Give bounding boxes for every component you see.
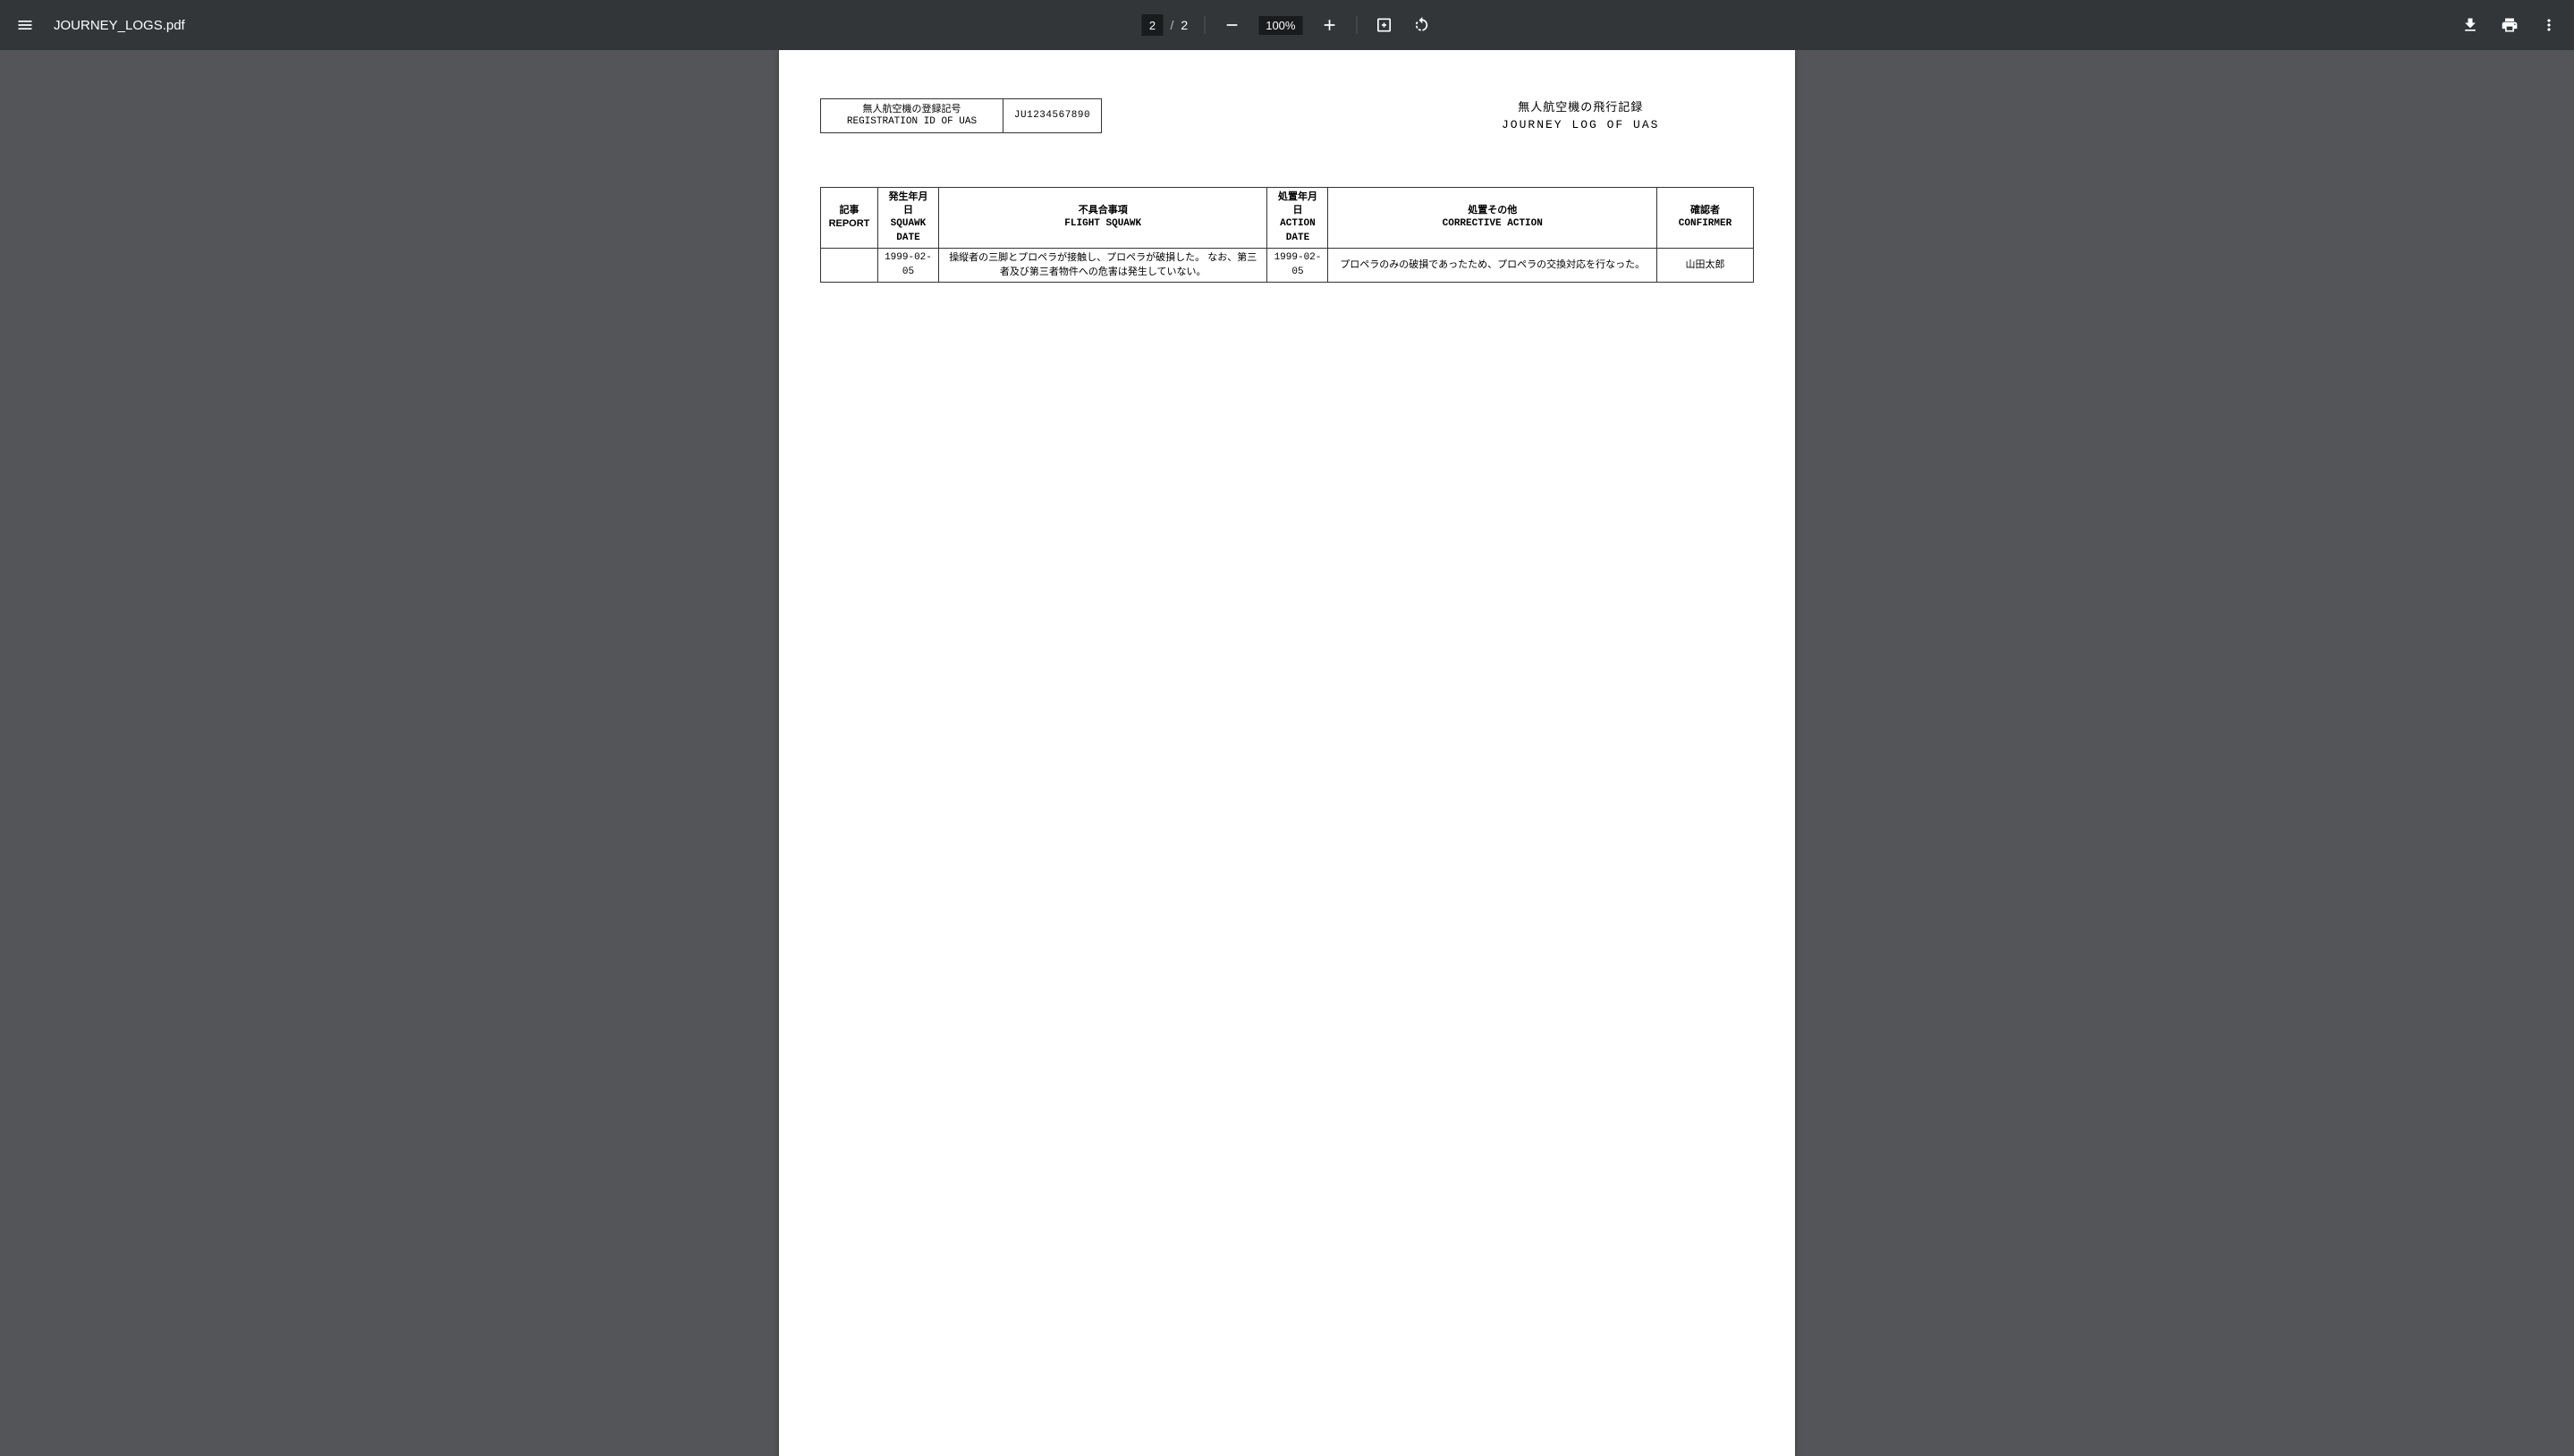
header-confirmer-en: CONFIRMER: [1663, 217, 1748, 231]
divider: [1356, 16, 1357, 34]
page-separator: /: [1171, 18, 1174, 32]
table-row: 1999-02-05 操縦者の三脚とプロペラが接触し、プロペラが破損した。 なお…: [821, 249, 1754, 283]
header-action-date: 処置年月日 ACTION DATE: [1267, 187, 1328, 249]
header-squawk-date-jp: 発生年月日: [884, 190, 933, 218]
toolbar-left: JOURNEY_LOGS.pdf: [14, 14, 185, 36]
registration-value: JU1234567890: [1003, 99, 1102, 133]
page-total: 2: [1181, 18, 1188, 32]
pdf-viewer[interactable]: 無人航空機の登録記号 REGISTRATION ID OF UAS JU1234…: [0, 50, 2574, 1456]
page-header: 無人航空機の登録記号 REGISTRATION ID OF UAS JU1234…: [820, 98, 1754, 133]
page-indicator: / 2: [1142, 14, 1189, 36]
header-confirmer-jp: 確認者: [1663, 204, 1748, 217]
header-flight-squawk-en: FLIGHT SQUAWK: [944, 217, 1262, 231]
header-flight-squawk: 不具合事項 FLIGHT SQUAWK: [938, 187, 1267, 249]
report-table: 記事 REPORT 発生年月日 SQUAWK DATE 不具合事項 FLIGHT…: [820, 187, 1754, 283]
toolbar-right: [2460, 14, 2560, 36]
cell-confirmer: 山田太郎: [1657, 249, 1754, 283]
cell-flight-squawk: 操縦者の三脚とプロペラが接触し、プロペラが破損した。 なお、第三者及び第三者物件…: [938, 249, 1267, 283]
pdf-page: 無人航空機の登録記号 REGISTRATION ID OF UAS JU1234…: [779, 50, 1795, 1456]
more-icon[interactable]: [2538, 14, 2560, 36]
toolbar-center: / 2 100%: [1142, 14, 1433, 36]
cell-action-date: 1999-02-05: [1267, 249, 1328, 283]
zoom-level[interactable]: 100%: [1258, 16, 1302, 35]
header-report: 記事 REPORT: [821, 187, 878, 249]
header-flight-squawk-jp: 不具合事項: [944, 204, 1262, 217]
title-en: JOURNEY LOG OF UAS: [1502, 116, 1659, 134]
zoom-in-icon[interactable]: [1318, 14, 1340, 36]
print-icon[interactable]: [2499, 14, 2520, 36]
zoom-out-icon[interactable]: [1221, 14, 1242, 36]
pdf-toolbar: JOURNEY_LOGS.pdf / 2 100%: [0, 0, 2574, 50]
divider: [1204, 16, 1205, 34]
download-icon[interactable]: [2460, 14, 2481, 36]
header-action-date-jp: 処置年月日: [1273, 190, 1322, 218]
header-corrective: 処置その他 CORRECTIVE ACTION: [1328, 187, 1657, 249]
header-squawk-date: 発生年月日 SQUAWK DATE: [877, 187, 938, 249]
registration-label: 無人航空機の登録記号 REGISTRATION ID OF UAS: [821, 99, 1003, 133]
title-jp: 無人航空機の飛行記録: [1502, 98, 1659, 116]
filename: JOURNEY_LOGS.pdf: [54, 18, 185, 33]
header-action-date-en: ACTION DATE: [1273, 217, 1322, 245]
cell-corrective: プロペラのみの破損であったため、プロペラの交換対応を行なった。: [1328, 249, 1657, 283]
header-corrective-en: CORRECTIVE ACTION: [1334, 217, 1651, 231]
header-corrective-jp: 処置その他: [1334, 204, 1651, 217]
page-input[interactable]: [1142, 14, 1164, 36]
menu-icon[interactable]: [14, 14, 36, 36]
cell-squawk-date: 1999-02-05: [877, 249, 938, 283]
registration-label-en: REGISTRATION ID OF UAS: [828, 115, 995, 128]
header-confirmer: 確認者 CONFIRMER: [1657, 187, 1754, 249]
cell-report-empty: [821, 249, 878, 283]
table-header-row: 記事 REPORT 発生年月日 SQUAWK DATE 不具合事項 FLIGHT…: [821, 187, 1754, 249]
registration-label-jp: 無人航空機の登録記号: [828, 103, 995, 115]
document-title: 無人航空機の飛行記録 JOURNEY LOG OF UAS: [1502, 98, 1659, 133]
registration-table: 無人航空機の登録記号 REGISTRATION ID OF UAS JU1234…: [820, 98, 1102, 133]
fit-page-icon[interactable]: [1373, 14, 1394, 36]
header-squawk-date-en: SQUAWK DATE: [884, 217, 933, 245]
rotate-icon[interactable]: [1410, 14, 1432, 36]
